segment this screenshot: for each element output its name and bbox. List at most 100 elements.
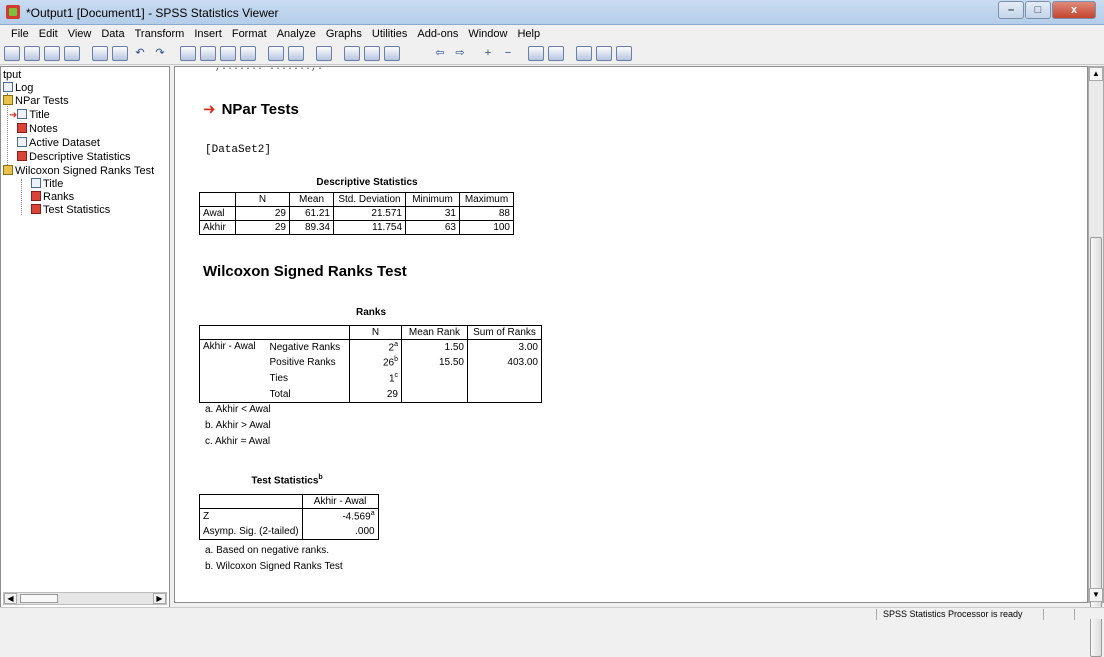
cell	[401, 386, 468, 403]
content-vertical-scrollbar[interactable]: ▲ ▼	[1088, 66, 1104, 657]
header-cell	[199, 192, 236, 207]
scroll-down-icon[interactable]: ▼	[1089, 588, 1103, 602]
scroll-up-icon[interactable]: ▲	[1089, 67, 1103, 81]
tree-item-ranks[interactable]: Ranks	[31, 191, 74, 204]
menu-help[interactable]: Help	[512, 25, 545, 43]
cell: 26b	[349, 354, 402, 371]
output-content-pane[interactable]: ,....... .......,. ➜ NPar Tests [DataSet2…	[174, 66, 1088, 603]
redo-icon[interactable]: ↷	[152, 46, 168, 61]
show-all-icon[interactable]	[364, 46, 380, 61]
print-icon[interactable]	[44, 46, 60, 61]
header-cell	[199, 494, 303, 509]
tree-item-title[interactable]: ➜ Title	[9, 109, 50, 122]
expand-icon[interactable]: +	[480, 46, 496, 61]
cell: 89.34	[289, 220, 334, 235]
open-icon[interactable]	[4, 46, 20, 61]
cell: 63	[405, 220, 460, 235]
log-icon	[3, 82, 13, 92]
weight-cases-icon[interactable]	[316, 46, 332, 61]
close-button[interactable]: x	[1052, 1, 1096, 19]
outline-pane[interactable]: tput Log NPar Tests ➜ Title Notes Active …	[0, 66, 170, 608]
tree-item-notes[interactable]: Notes	[17, 123, 58, 136]
menu-utilities[interactable]: Utilities	[367, 25, 412, 43]
insert-heading-icon[interactable]	[576, 46, 592, 61]
menu-format[interactable]: Format	[227, 25, 272, 43]
header-cell: Sum of Ranks	[467, 325, 542, 340]
spss-app-icon[interactable]	[6, 5, 20, 19]
select-cases-icon[interactable]	[268, 46, 284, 61]
tree-item-output[interactable]: tput	[3, 69, 21, 82]
row-label: Asymp. Sig. (2-tailed)	[199, 523, 303, 540]
tree-item-test-statistics[interactable]: Test Statistics	[31, 204, 110, 217]
tree-label: Title	[43, 178, 64, 190]
menu-view[interactable]: View	[63, 25, 97, 43]
tree-item-wilcoxon[interactable]: Wilcoxon Signed Ranks Test	[3, 165, 154, 178]
header-cell: N	[349, 325, 402, 340]
menu-insert[interactable]: Insert	[189, 25, 227, 43]
cell: 29	[235, 206, 290, 221]
table-icon	[31, 191, 41, 201]
menu-graphs[interactable]: Graphs	[321, 25, 367, 43]
cell: 21.571	[333, 206, 406, 221]
show-icon[interactable]	[528, 46, 544, 61]
descriptive-stats-table[interactable]: N Mean Std. Deviation Minimum Maximum Aw…	[199, 192, 514, 235]
promote-icon[interactable]	[412, 46, 428, 61]
outline-horizontal-scrollbar[interactable]: ◀ ▶	[3, 592, 167, 605]
split-file-icon[interactable]	[288, 46, 304, 61]
wilcoxon-heading[interactable]: Wilcoxon Signed Ranks Test	[203, 263, 407, 280]
npar-tests-heading[interactable]: ➜ NPar Tests	[203, 100, 299, 118]
minimize-button[interactable]: –	[998, 1, 1024, 19]
back-icon[interactable]: ⇦	[432, 46, 448, 61]
print-preview-icon[interactable]	[64, 46, 80, 61]
row-label: Negative Ranks	[265, 339, 350, 355]
tree-label: Test Statistics	[43, 204, 111, 216]
scroll-left-icon[interactable]: ◀	[4, 593, 17, 604]
tree-label: Title	[29, 109, 50, 121]
undo-icon[interactable]: ↶	[132, 46, 148, 61]
goto-case-icon[interactable]	[200, 46, 216, 61]
save-icon[interactable]	[24, 46, 40, 61]
scroll-right-icon[interactable]: ▶	[153, 593, 166, 604]
row-label: Awal	[199, 206, 236, 221]
insert-output-icon[interactable]	[384, 46, 400, 61]
tree-item-npar-tests[interactable]: NPar Tests	[3, 95, 69, 108]
ranks-table[interactable]: N Mean Rank Sum of Ranks Akhir - Awal Ne…	[199, 325, 542, 403]
table-row: Awal 29 61.21 21.571 31 88	[199, 206, 514, 221]
collapse-icon[interactable]: −	[500, 46, 516, 61]
hide-icon[interactable]	[548, 46, 564, 61]
menu-analyze[interactable]: Analyze	[272, 25, 321, 43]
test-statistics-table[interactable]: Akhir - Awal Z -4.569a Asymp. Sig. (2-ta…	[199, 494, 379, 540]
goto-variable-icon[interactable]	[220, 46, 236, 61]
goto-data-icon[interactable]	[180, 46, 196, 61]
variables-icon[interactable]	[240, 46, 256, 61]
notes-icon	[17, 123, 27, 133]
menu-bar: File Edit View Data Transform Insert For…	[0, 25, 1104, 43]
header-cell: Akhir - Awal	[301, 494, 379, 509]
insert-text-icon[interactable]	[616, 46, 632, 61]
menu-window[interactable]: Window	[463, 25, 512, 43]
tree-item-wilcoxon-title[interactable]: Title	[31, 178, 63, 191]
window-controls: – □ x	[997, 1, 1096, 19]
maximize-button[interactable]: □	[1025, 1, 1051, 19]
recall-dialog-icon[interactable]	[112, 46, 128, 61]
forward-icon[interactable]: ⇨	[452, 46, 468, 61]
tree-item-descriptive-statistics[interactable]: Descriptive Statistics	[17, 151, 130, 164]
insert-title-icon[interactable]	[596, 46, 612, 61]
header-cell: Std. Deviation	[333, 192, 406, 207]
export-icon[interactable]	[92, 46, 108, 61]
tree-line	[21, 179, 22, 215]
header-cell	[265, 325, 350, 340]
menu-file[interactable]: File	[6, 25, 34, 43]
menu-data[interactable]: Data	[96, 25, 129, 43]
title-icon	[31, 178, 41, 188]
table-icon	[31, 204, 41, 214]
tree-item-active-dataset[interactable]: Active Dataset	[17, 137, 100, 150]
menu-addons[interactable]: Add-ons	[412, 25, 463, 43]
menu-transform[interactable]: Transform	[130, 25, 190, 43]
scroll-thumb[interactable]	[20, 594, 58, 603]
tree-item-log[interactable]: Log	[3, 82, 33, 95]
cell: 61.21	[289, 206, 334, 221]
menu-edit[interactable]: Edit	[34, 25, 63, 43]
table-header-row: N Mean Rank Sum of Ranks	[199, 325, 542, 340]
designate-window-icon[interactable]	[344, 46, 360, 61]
